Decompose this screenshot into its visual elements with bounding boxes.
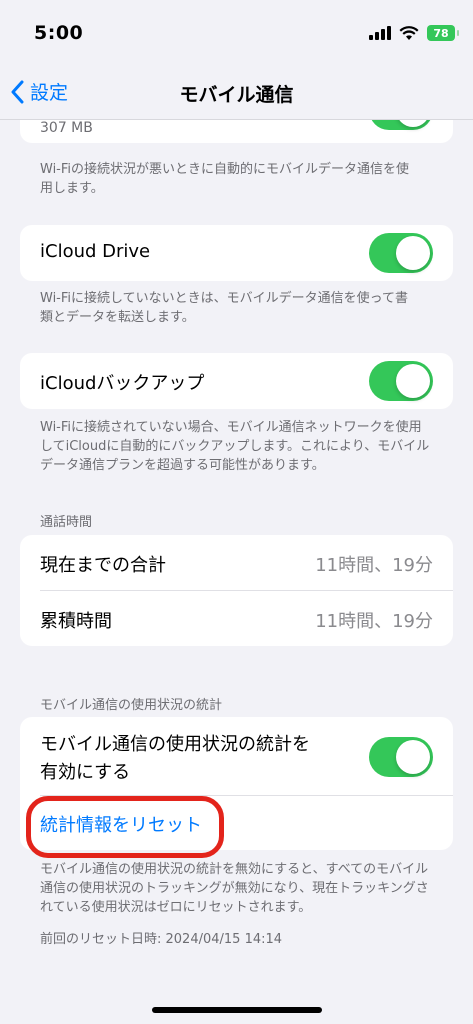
status-icons: 78 bbox=[369, 25, 459, 41]
usage-stats-toggle-label: モバイル通信の使用状況の統計を 有効にする bbox=[40, 731, 310, 787]
usage-stats-toggle-label-line2: 有効にする bbox=[40, 762, 131, 783]
cellular-signal-icon bbox=[369, 26, 391, 40]
current-total-label: 現在までの合計 bbox=[40, 555, 166, 576]
icloud-backup-card: iCloudバックアップ bbox=[20, 353, 453, 409]
home-indicator[interactable] bbox=[152, 1007, 322, 1013]
wifi-assist-footnote: Wi-Fiの接続状況が悪いときに自動的にモバイルデータ通信を使用します。 bbox=[40, 162, 410, 196]
status-bar: 5:00 78 bbox=[0, 0, 473, 70]
icloud-backup-toggle[interactable] bbox=[369, 361, 433, 401]
icloud-drive-card: iCloud Drive bbox=[20, 225, 453, 281]
icloud-drive-toggle[interactable] bbox=[369, 233, 433, 273]
icloud-drive-footnote: Wi-Fiに接続していないときは、モバイルデータ通信を使って書類とデータを転送し… bbox=[40, 291, 408, 325]
last-reset-date: 前回のリセット日時: 2024/04/15 14:14 bbox=[40, 932, 283, 947]
page-title: モバイル通信 bbox=[179, 84, 294, 106]
icloud-drive-label: iCloud Drive bbox=[40, 241, 151, 262]
highlight-annotation bbox=[26, 796, 224, 858]
lifetime-label: 累積時間 bbox=[40, 611, 112, 632]
icloud-backup-footnote: Wi-Fiに接続されていない場合、モバイル通信ネットワークを使用してiCloud… bbox=[40, 420, 430, 473]
status-time: 5:00 bbox=[34, 22, 84, 44]
usage-value: 307 MB bbox=[40, 120, 93, 136]
usage-stats-footnote: モバイル通信の使用状況の統計を無効にすると、すべてのモバイル通信の使用状況のトラ… bbox=[40, 862, 429, 915]
usage-stats-toggle-label-line1: モバイル通信の使用状況の統計を bbox=[40, 734, 310, 755]
icloud-backup-label: iCloudバックアップ bbox=[40, 373, 205, 394]
wifi-icon bbox=[399, 25, 419, 40]
lifetime-value: 11時間、19分 bbox=[315, 611, 433, 632]
navigation-bar: 設定 モバイル通信 bbox=[0, 70, 473, 120]
usage-stats-toggle[interactable] bbox=[369, 737, 433, 777]
usage-stats-header: モバイル通信の使用状況の統計 bbox=[40, 698, 223, 713]
row-divider bbox=[40, 590, 453, 591]
current-total-value: 11時間、19分 bbox=[315, 555, 433, 576]
call-time-card: 現在までの合計 11時間、19分 累積時間 11時間、19分 bbox=[20, 535, 453, 646]
battery-icon: 78 bbox=[427, 25, 459, 41]
call-time-header: 通話時間 bbox=[40, 515, 93, 530]
